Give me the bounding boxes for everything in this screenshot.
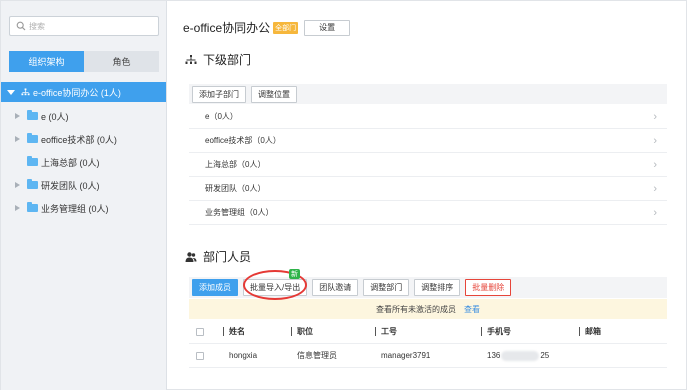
tree-node-label: e (0人)	[41, 111, 69, 122]
main-panel: e-office协同办公 全部门 设置 下级部门 添加子部门 调整位置 e（0人…	[167, 1, 687, 390]
app-frame: 组织架构 角色 e-office协同办公 (1人) e (0人) eoffice…	[0, 0, 687, 390]
tree-node-label: 上海总部 (0人)	[41, 157, 100, 168]
column-header-phone: 手机号	[481, 326, 511, 337]
view-inactive-link[interactable]: 查看	[464, 304, 480, 315]
folder-icon	[27, 156, 38, 166]
folder-icon	[27, 110, 38, 120]
phone-prefix: 136	[487, 350, 501, 360]
search-box[interactable]	[9, 16, 159, 36]
tree-node-label: 业务管理组 (0人)	[41, 203, 109, 214]
tree-root-node[interactable]: e-office协同办公 (1人)	[1, 82, 166, 102]
adjust-position-button[interactable]: 调整位置	[251, 85, 297, 103]
add-sub-department-button[interactable]: 添加子部门	[192, 85, 246, 103]
section-title: 下级部门	[203, 53, 252, 67]
page-title: e-office协同办公	[183, 21, 271, 35]
tree-node[interactable]: 研发团队 (0人)	[1, 175, 166, 195]
sidebar-tabs: 组织架构 角色	[9, 51, 159, 72]
folder-icon	[27, 179, 38, 189]
column-header-email: 邮箱	[579, 326, 601, 337]
list-item[interactable]: 业务管理组（0人） ›	[189, 201, 667, 225]
tree-node-label: 研发团队 (0人)	[41, 180, 100, 191]
cell-name: hongxia	[229, 351, 258, 360]
list-item[interactable]: 研发团队（0人） ›	[189, 177, 667, 201]
column-header-position: 职位	[291, 326, 313, 337]
chevron-right-icon: ›	[653, 134, 657, 147]
sub-department-toolbar: 添加子部门 调整位置	[189, 84, 667, 104]
sidebar: 组织架构 角色 e-office协同办公 (1人) e (0人) eoffice…	[1, 1, 167, 390]
status-badge: 全部门	[273, 21, 299, 34]
list-item-label: 研发团队（0人）	[205, 184, 266, 193]
new-tag-icon: 新	[289, 269, 300, 279]
collapsed-caret-icon[interactable]	[15, 136, 20, 142]
tab-org-structure[interactable]: 组织架构	[9, 51, 84, 72]
tree-node-label: eoffice技术部 (0人)	[41, 134, 117, 145]
cell-employee-id: manager3791	[381, 351, 431, 360]
search-icon	[16, 21, 26, 31]
add-member-button[interactable]: 添加成员	[192, 279, 238, 296]
table-header: 姓名 职位 工号 手机号 邮箱	[189, 320, 667, 344]
select-all-checkbox[interactable]	[196, 327, 204, 336]
settings-button[interactable]: 设置	[304, 19, 351, 36]
org-chart-icon	[185, 54, 197, 64]
inactive-members-notice: 查看所有未激活的成员 查看	[189, 299, 667, 319]
notice-text: 查看所有未激活的成员	[376, 304, 456, 314]
list-item[interactable]: e（0人） ›	[189, 105, 667, 129]
org-chart-icon	[21, 87, 30, 95]
collapsed-caret-icon[interactable]	[15, 205, 20, 211]
list-item[interactable]: eoffice技术部（0人） ›	[189, 129, 667, 153]
tree-node[interactable]: eoffice技术部 (0人)	[1, 129, 166, 149]
section-title: 部门人员	[203, 250, 252, 264]
chevron-right-icon: ›	[653, 110, 657, 123]
chevron-right-icon: ›	[653, 158, 657, 171]
chevron-right-icon: ›	[653, 182, 657, 195]
phone-suffix: 25	[540, 350, 550, 360]
column-header-employee-id: 工号	[375, 326, 397, 337]
collapsed-caret-icon[interactable]	[15, 113, 20, 119]
sub-department-list: e（0人） › eoffice技术部（0人） › 上海总部（0人） › 研发团队…	[189, 105, 667, 225]
tree-node[interactable]: 业务管理组 (0人)	[1, 198, 166, 218]
tree-node[interactable]: 上海总部 (0人)	[1, 152, 166, 172]
tree-root-label: e-office协同办公 (1人)	[33, 87, 121, 98]
members-heading: 部门人员	[185, 248, 251, 265]
cell-position: 信息管理员	[297, 351, 337, 360]
adjust-department-button[interactable]: 调整部门	[363, 279, 410, 296]
collapsed-caret-icon[interactable]	[15, 182, 20, 188]
folder-icon	[27, 202, 38, 212]
search-input[interactable]	[29, 19, 154, 33]
list-item-label: 业务管理组（0人）	[205, 208, 274, 217]
folder-icon	[27, 133, 38, 143]
tree-node[interactable]: e (0人)	[1, 106, 166, 126]
team-invite-button[interactable]: 团队邀请	[312, 279, 359, 296]
table-row[interactable]: hongxia 信息管理员 manager3791 136 25	[189, 344, 667, 368]
list-item-label: 上海总部（0人）	[205, 160, 266, 169]
header: e-office协同办公 全部门 设置	[183, 19, 351, 36]
list-item[interactable]: 上海总部（0人） ›	[189, 153, 667, 177]
cell-phone: 136 25	[487, 350, 550, 361]
redacted-mark	[501, 350, 540, 361]
row-checkbox[interactable]	[196, 351, 204, 360]
expand-arrow-icon[interactable]	[7, 89, 15, 95]
chevron-right-icon: ›	[653, 206, 657, 219]
tab-roles[interactable]: 角色	[84, 51, 159, 72]
list-item-label: e（0人）	[205, 112, 238, 121]
column-header-name: 姓名	[223, 326, 245, 337]
list-item-label: eoffice技术部（0人）	[205, 136, 281, 145]
batch-delete-button[interactable]: 批量删除	[465, 279, 512, 296]
adjust-order-button[interactable]: 调整排序	[414, 279, 461, 296]
sub-departments-heading: 下级部门	[185, 51, 251, 68]
users-icon	[185, 251, 197, 262]
